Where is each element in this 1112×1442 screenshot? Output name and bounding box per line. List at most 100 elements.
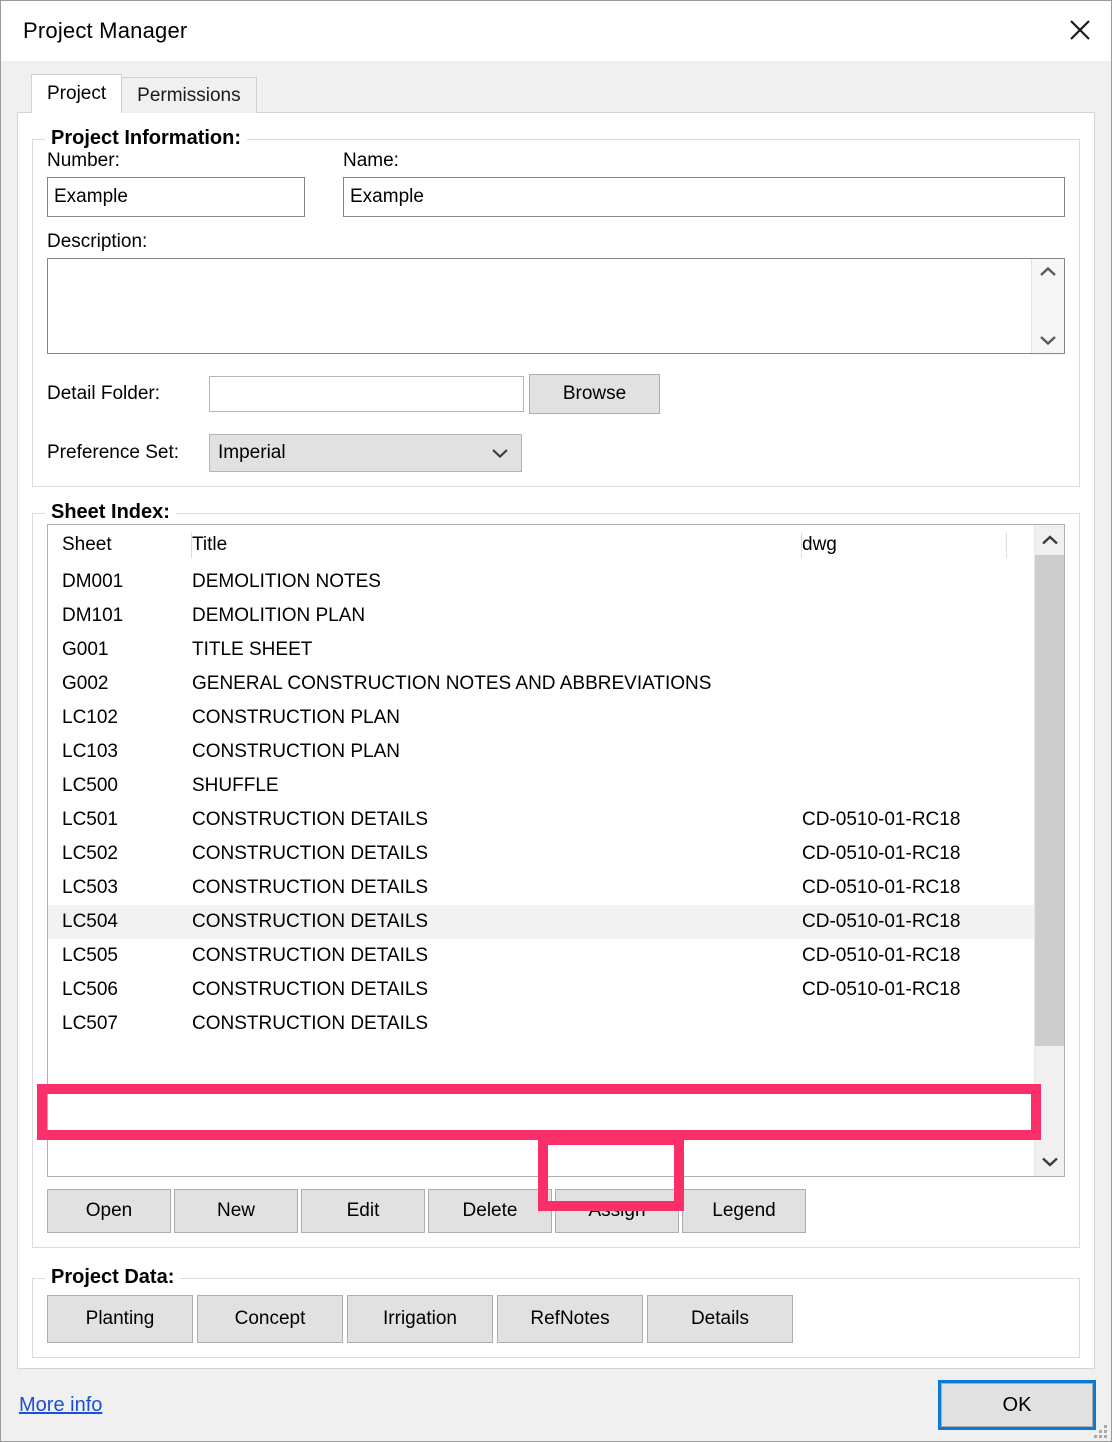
cell-title: CONSTRUCTION DETAILS bbox=[192, 945, 429, 966]
chevron-down-icon bbox=[492, 449, 508, 459]
detail-folder-row: Detail Folder: Browse bbox=[47, 374, 1065, 414]
chevron-down-icon[interactable] bbox=[1038, 333, 1058, 347]
cell-dwg: CD-0510-01-RC18 bbox=[802, 843, 961, 864]
chevron-up-icon[interactable] bbox=[1038, 265, 1058, 279]
close-icon[interactable] bbox=[1049, 1, 1111, 59]
cell-title: CONSTRUCTION DETAILS bbox=[192, 911, 429, 932]
more-info-link[interactable]: More info bbox=[19, 1394, 102, 1417]
column-header-sheet[interactable]: Sheet bbox=[62, 532, 192, 558]
cell-sheet: LC500 bbox=[62, 775, 118, 796]
tab-panel-project: Project Information: Number: Name: Descr… bbox=[17, 112, 1095, 1369]
dialog-body: Project Permissions Project Information:… bbox=[1, 61, 1111, 1369]
number-input[interactable] bbox=[47, 177, 305, 217]
table-row[interactable]: LC507 CONSTRUCTION DETAILS bbox=[48, 1007, 1034, 1041]
sheet-index-rows: Sheet Title dwg DM001 DEMOLITION NOTES DM1… bbox=[48, 525, 1034, 1176]
table-row[interactable]: G002 GENERAL CONSTRUCTION NOTES AND ABBRE… bbox=[48, 667, 1034, 701]
legend-button[interactable]: Legend bbox=[682, 1189, 806, 1233]
description-textarea[interactable] bbox=[48, 259, 1031, 353]
table-row[interactable]: LC103 CONSTRUCTION PLAN bbox=[48, 735, 1034, 769]
table-row[interactable]: LC505 CONSTRUCTION DETAILS CD-0510-01-RC18 bbox=[48, 939, 1034, 973]
name-field-wrap: Name: bbox=[343, 150, 1065, 217]
name-input[interactable] bbox=[343, 177, 1065, 217]
refnotes-button[interactable]: RefNotes bbox=[497, 1295, 643, 1343]
cell-title: CONSTRUCTION DETAILS bbox=[192, 1013, 429, 1034]
sheet-index-listbox[interactable]: Sheet Title dwg DM001 DEMOLITION NOTES DM1… bbox=[47, 524, 1065, 1177]
table-row[interactable]: DM001 DEMOLITION NOTES bbox=[48, 565, 1034, 599]
cell-sheet: G002 bbox=[62, 673, 109, 694]
detail-folder-label: Detail Folder: bbox=[47, 383, 160, 404]
assign-button[interactable]: Assign bbox=[555, 1189, 679, 1233]
preference-set-label: Preference Set: bbox=[47, 442, 180, 463]
table-row[interactable]: LC500 SHUFFLE bbox=[48, 769, 1034, 803]
new-button[interactable]: New bbox=[174, 1189, 298, 1233]
edit-button[interactable]: Edit bbox=[301, 1189, 425, 1233]
table-row[interactable]: LC503 CONSTRUCTION DETAILS CD-0510-01-RC18 bbox=[48, 871, 1034, 905]
cell-title: CONSTRUCTION DETAILS bbox=[192, 877, 429, 898]
cell-sheet: LC503 bbox=[62, 877, 118, 898]
sheet-index-buttons: Open New Edit Delete Assign Legend bbox=[47, 1189, 1065, 1233]
cell-sheet: DM001 bbox=[62, 571, 124, 592]
sheet-index-header: Sheet Title dwg bbox=[48, 525, 1034, 565]
ok-button[interactable]: OK bbox=[938, 1380, 1096, 1430]
preference-set-row: Preference Set: Imperial bbox=[47, 434, 1065, 472]
dialog-footer: More info OK bbox=[1, 1369, 1111, 1441]
irrigation-button[interactable]: Irrigation bbox=[347, 1295, 493, 1343]
sheet-row-container: DM001 DEMOLITION NOTES DM101 DEMOLITION PLA… bbox=[48, 565, 1034, 1041]
concept-button[interactable]: Concept bbox=[197, 1295, 343, 1343]
description-box bbox=[47, 258, 1065, 354]
cell-sheet: LC501 bbox=[62, 809, 118, 830]
detail-folder-input[interactable] bbox=[209, 376, 524, 412]
scroll-down-button[interactable] bbox=[1035, 1146, 1064, 1176]
project-information-label: Project Information: bbox=[45, 127, 248, 150]
column-header-dwg[interactable]: dwg bbox=[802, 532, 1007, 558]
cell-title: TITLE SHEET bbox=[192, 639, 313, 660]
cell-sheet: LC504 bbox=[62, 911, 118, 932]
preference-set-value: Imperial bbox=[218, 442, 286, 463]
cell-title: CONSTRUCTION DETAILS bbox=[192, 979, 429, 1000]
name-label: Name: bbox=[343, 150, 399, 171]
sheet-index-group: Sheet Index: Sheet Title dwg DM001 DEMOLI… bbox=[32, 501, 1080, 1248]
table-row[interactable]: LC501 CONSTRUCTION DETAILS CD-0510-01-RC18 bbox=[48, 803, 1034, 837]
cell-title: DEMOLITION PLAN bbox=[192, 605, 366, 626]
cell-sheet: LC506 bbox=[62, 979, 118, 1000]
open-button[interactable]: Open bbox=[47, 1189, 171, 1233]
column-header-title[interactable]: Title bbox=[192, 532, 802, 558]
cell-title: CONSTRUCTION DETAILS bbox=[192, 843, 429, 864]
cell-title: SHUFFLE bbox=[192, 775, 279, 796]
tab-project-label: Project bbox=[47, 83, 107, 104]
preference-set-dropdown[interactable]: Imperial bbox=[209, 434, 522, 472]
scroll-track[interactable] bbox=[1035, 555, 1064, 1146]
resize-grip-icon[interactable] bbox=[1093, 1424, 1107, 1438]
cell-dwg: CD-0510-01-RC18 bbox=[802, 911, 961, 932]
delete-button[interactable]: Delete bbox=[428, 1189, 552, 1233]
table-row[interactable]: LC502 CONSTRUCTION DETAILS CD-0510-01-RC18 bbox=[48, 837, 1034, 871]
tab-project[interactable]: Project bbox=[31, 74, 123, 113]
browse-button[interactable]: Browse bbox=[529, 374, 660, 414]
description-label: Description: bbox=[47, 231, 148, 252]
details-button[interactable]: Details bbox=[647, 1295, 793, 1343]
project-data-label: Project Data: bbox=[45, 1266, 181, 1289]
table-row[interactable]: LC504 CONSTRUCTION DETAILS CD-0510-01-RC18 bbox=[48, 905, 1034, 939]
sheet-index-scrollbar[interactable] bbox=[1034, 525, 1064, 1176]
description-scrollbar[interactable] bbox=[1031, 259, 1064, 353]
table-row[interactable]: G001 TITLE SHEET bbox=[48, 633, 1034, 667]
planting-button[interactable]: Planting bbox=[47, 1295, 193, 1343]
cell-dwg: CD-0510-01-RC18 bbox=[802, 877, 961, 898]
cell-title: DEMOLITION NOTES bbox=[192, 571, 381, 592]
number-label: Number: bbox=[47, 150, 120, 171]
tab-permissions[interactable]: Permissions bbox=[121, 77, 257, 113]
table-row[interactable]: DM101 DEMOLITION PLAN bbox=[48, 599, 1034, 633]
table-row[interactable]: LC102 CONSTRUCTION PLAN bbox=[48, 701, 1034, 735]
cell-title: CONSTRUCTION DETAILS bbox=[192, 809, 429, 830]
cell-dwg: CD-0510-01-RC18 bbox=[802, 809, 961, 830]
table-row[interactable]: LC506 CONSTRUCTION DETAILS CD-0510-01-RC18 bbox=[48, 973, 1034, 1007]
cell-title: CONSTRUCTION PLAN bbox=[192, 707, 400, 728]
title-bar: Project Manager bbox=[1, 1, 1111, 61]
cell-sheet: LC505 bbox=[62, 945, 118, 966]
description-field-wrap: Description: bbox=[47, 231, 1065, 354]
project-manager-dialog: Project Manager Project Permissions Proj… bbox=[0, 0, 1112, 1442]
scroll-up-button[interactable] bbox=[1035, 525, 1064, 555]
cell-sheet: LC102 bbox=[62, 707, 118, 728]
scroll-thumb[interactable] bbox=[1035, 555, 1064, 1046]
window-title: Project Manager bbox=[23, 18, 188, 43]
